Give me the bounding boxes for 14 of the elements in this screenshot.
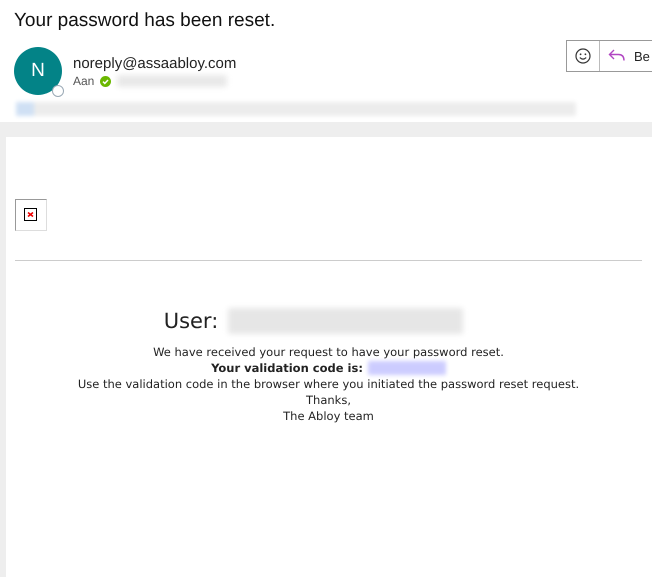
sender-avatar: N	[14, 47, 62, 95]
validation-code-label: Your validation code is:	[211, 360, 363, 376]
message-line: Use the validation code in the browser where you initiated the password reset request.	[78, 376, 580, 392]
message-line: The Abloy team	[283, 408, 374, 424]
presence-status-icon	[52, 85, 64, 97]
message-line: We have received your request to have your password reset.	[153, 344, 504, 360]
broken-image-icon	[15, 199, 47, 231]
email-subject: Your password has been reset.	[14, 10, 276, 32]
smiley-icon	[575, 48, 591, 64]
reply-button[interactable]: Be	[599, 41, 652, 71]
message-line: Thanks,	[306, 392, 351, 408]
sender-address: noreply@assaabloy.com	[73, 55, 236, 72]
recipient-label: Aan	[73, 74, 94, 88]
user-label: User:	[164, 309, 218, 333]
